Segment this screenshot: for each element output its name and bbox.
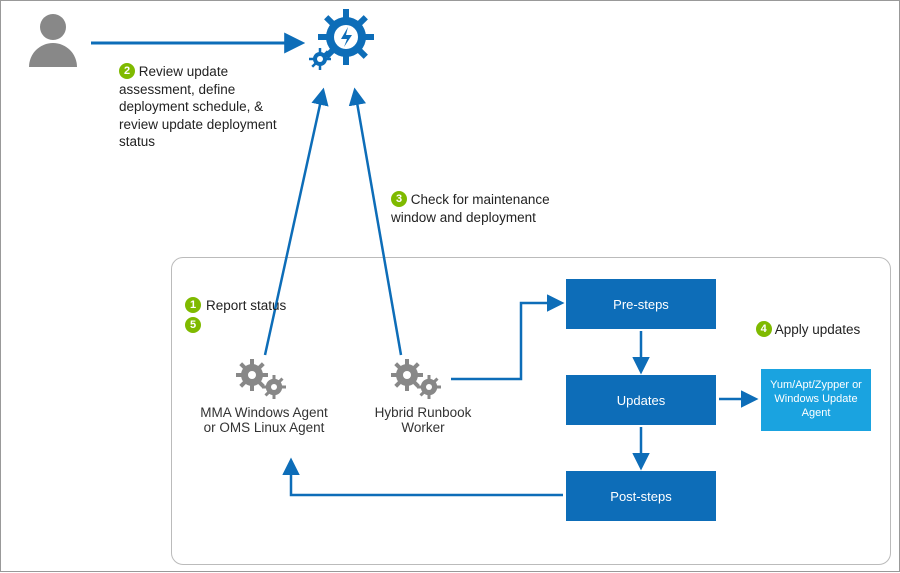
step-2-badge: 2 [119,63,135,79]
report-status-label: Report status [206,297,336,315]
hybrid-worker-label: Hybrid Runbook Worker [363,405,483,435]
mma-agent-gears-icon [236,359,292,401]
step-4-text: Apply updates [775,322,861,337]
step-4-badge: 4 [756,321,772,337]
step-5-badge: 5 [185,317,201,333]
step-3-text: Check for maintenance window and deploym… [391,192,550,225]
step-1-badge: 1 [185,297,201,313]
update-agent-box: Yum/Apt/Zypper or Windows Update Agent [761,369,871,431]
automation-gear-lightning-icon [306,9,376,79]
step-2-label: 2 Review update assessment, define deplo… [119,63,299,151]
step-2-text: Review update assessment, define deploym… [119,64,277,149]
step-3-label: 3 Check for maintenance window and deplo… [391,191,561,226]
updates-box: Updates [566,375,716,425]
step-4-label: 4 Apply updates [753,321,863,339]
mma-agent-label: MMA Windows Agent or OMS Linux Agent [199,405,329,435]
post-steps-box: Post-steps [566,471,716,521]
pre-steps-box: Pre-steps [566,279,716,329]
step-3-badge: 3 [391,191,407,207]
hybrid-worker-gears-icon [391,359,447,401]
user-icon [23,9,83,69]
diagram-canvas: 2 Review update assessment, define deplo… [0,0,900,572]
